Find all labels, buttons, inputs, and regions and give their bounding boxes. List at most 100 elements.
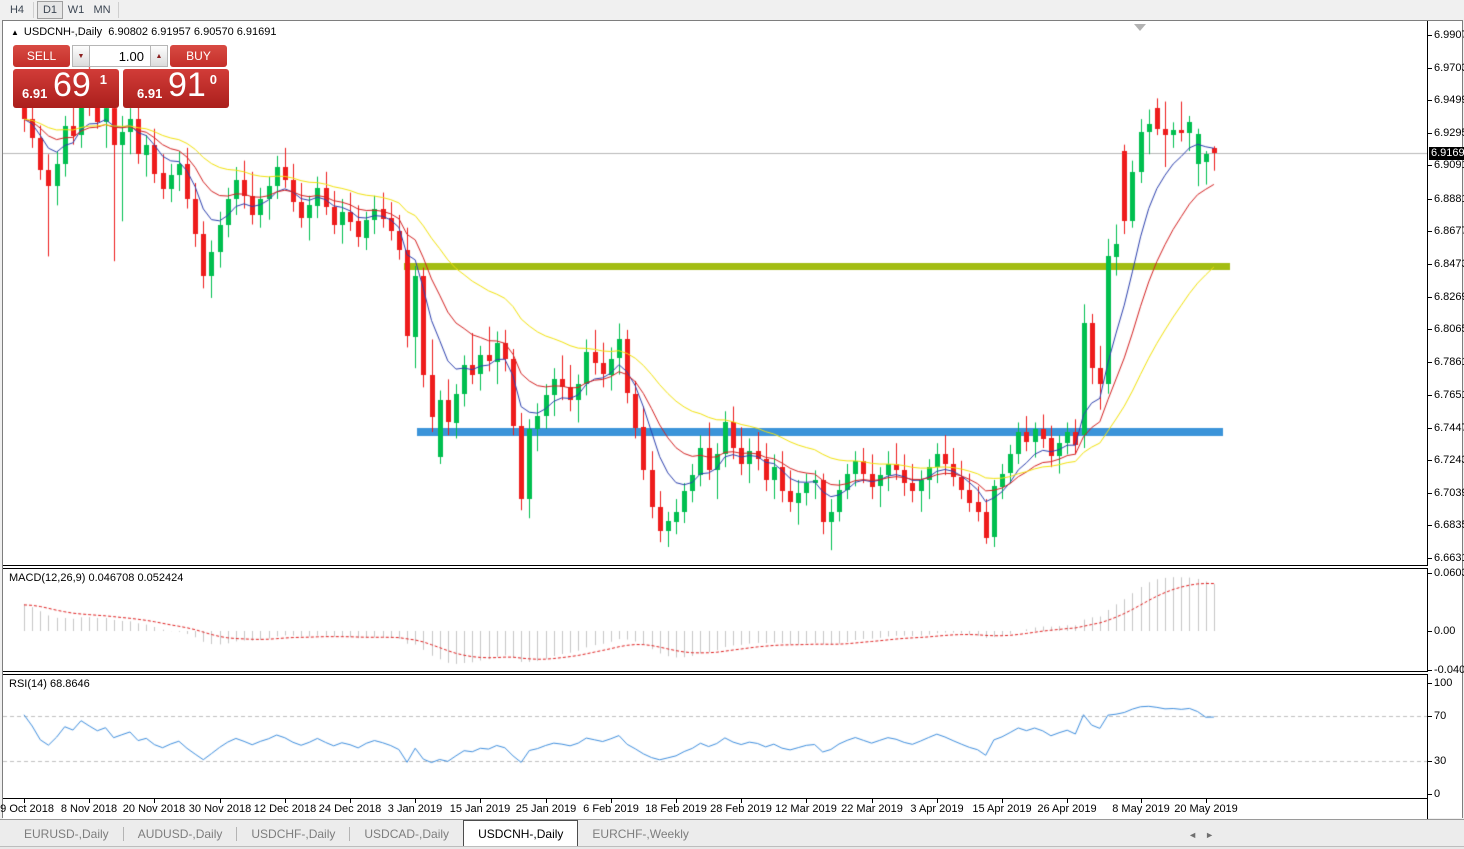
rsi-axis-label: 70 — [1434, 710, 1447, 722]
volume-input[interactable] — [90, 45, 150, 67]
buy-price-box[interactable]: 6.91 91 0 — [123, 66, 229, 108]
tab-usdchf-daily[interactable]: USDCHF-,Daily — [237, 822, 349, 846]
date-axis-label: 20 Nov 2018 — [122, 803, 186, 815]
rsi-axis-label: 100 — [1434, 677, 1453, 689]
one-click-trade-panel: SELL ▼ ▲ BUY 6.91 69 1 6.91 91 0 — [13, 45, 229, 108]
rsi-axis-label-tick — [1428, 794, 1432, 795]
tab-usdcad-daily[interactable]: USDCAD-,Daily — [350, 822, 463, 846]
buy-price-big: 91 — [168, 66, 206, 104]
buy-price-small: 6.91 — [137, 86, 163, 101]
sell-button[interactable]: SELL — [13, 45, 70, 67]
rsi-axis-label-tick — [1428, 683, 1432, 684]
price-axis-label-tick — [1428, 395, 1432, 396]
date-axis-label: 22 Mar 2019 — [841, 803, 903, 815]
toolbar-divider — [118, 2, 119, 18]
tf-button-h4[interactable]: H4 — [4, 1, 30, 19]
tf-button-mn[interactable]: MN — [89, 1, 115, 19]
date-axis-label: 26 Apr 2019 — [1037, 803, 1097, 815]
date-axis-label: 15 Apr 2019 — [972, 803, 1032, 815]
macd-axis-label: -0.040415 — [1434, 664, 1464, 676]
date-axis-label: 3 Apr 2019 — [910, 803, 964, 815]
rsi-name: RSI(14) — [9, 678, 47, 690]
price-axis-label-tick — [1428, 68, 1432, 69]
price-axis-label: 6.90910 — [1434, 159, 1464, 171]
price-axis-label-tick — [1428, 231, 1432, 232]
tf-button-w1[interactable]: W1 — [63, 1, 89, 19]
price-axis-label-tick — [1428, 329, 1432, 330]
price-axis-label-tick — [1428, 493, 1432, 494]
date-axis-label: 28 Feb 2019 — [710, 803, 772, 815]
macd-axis-label-tick — [1428, 573, 1432, 574]
tab-scroll-left-icon[interactable]: ◄ — [1188, 830, 1205, 840]
rsi-axis-label: 0 — [1434, 788, 1441, 800]
price-axis-label: 6.97030 — [1434, 62, 1464, 74]
price-axis-label-tick — [1428, 165, 1432, 166]
macd-panel: MACD(12,26,9) 0.046708 0.052424 — [3, 568, 1428, 672]
sell-price-box[interactable]: 6.91 69 1 — [13, 66, 119, 108]
tab-audusd-daily[interactable]: AUDUSD-,Daily — [124, 822, 237, 846]
price-axis-label: 6.78610 — [1434, 356, 1464, 368]
price-axis-label: 6.74470 — [1434, 422, 1464, 434]
chart-shift-marker-icon — [1134, 24, 1146, 31]
price-axis-label: 6.72430 — [1434, 454, 1464, 466]
date-axis-label: 20 May 2019 — [1174, 803, 1238, 815]
tab-eurusd-daily[interactable]: EURUSD-,Daily — [10, 822, 123, 846]
price-axis-label: 6.94990 — [1434, 94, 1464, 106]
date-axis-label: 12 Mar 2019 — [775, 803, 837, 815]
rsi-canvas[interactable] — [3, 675, 1427, 798]
tab-usdcnh-daily[interactable]: USDCNH-,Daily — [463, 820, 579, 846]
price-axis-label: 6.92950 — [1434, 127, 1464, 139]
price-axis-label: 6.86770 — [1434, 225, 1464, 237]
tab-eurchf-weekly[interactable]: EURCHF-,Weekly — [578, 822, 702, 846]
date-axis-label: 18 Feb 2019 — [645, 803, 707, 815]
date-axis-label: 8 Nov 2018 — [60, 803, 118, 815]
volume-stepper-up[interactable]: ▲ — [150, 45, 168, 67]
sell-price-sup: 1 — [99, 72, 107, 87]
macd-axis-label-tick — [1428, 670, 1432, 671]
price-axis-label: 6.70390 — [1434, 487, 1464, 499]
tf-button-d1[interactable]: D1 — [37, 1, 63, 19]
price-axis-label: 6.68350 — [1434, 519, 1464, 531]
sell-price-small: 6.91 — [22, 86, 48, 101]
tab-scroll-icons[interactable]: ◄► — [1188, 830, 1222, 840]
tab-scroll-right-icon[interactable]: ► — [1205, 830, 1222, 840]
price-axis-label-tick — [1428, 428, 1432, 429]
chevron-down-icon: ▼ — [77, 52, 85, 60]
price-axis-label: 6.82690 — [1434, 291, 1464, 303]
macd-axis-label: 0.00 — [1434, 625, 1456, 637]
price-axis-label: 6.84730 — [1434, 258, 1464, 270]
rsi-axis-label-tick — [1428, 716, 1432, 717]
date-axis-label: 25 Jan 2019 — [515, 803, 577, 815]
toolbar-divider — [33, 2, 34, 18]
date-axis: 29 Oct 2018 8 Nov 2018 20 Nov 2018 30 Nov 2… — [0, 799, 1428, 819]
chart-collapse-icon[interactable]: ▲ — [11, 28, 19, 37]
buy-button[interactable]: BUY — [170, 45, 227, 67]
rsi-panel: RSI(14) 68.8646 — [3, 674, 1428, 799]
price-axis-label-tick — [1428, 264, 1432, 265]
date-axis-label: 12 Dec 2018 — [253, 803, 317, 815]
chart-symbol-label: USDCNH-,Daily — [23, 26, 103, 38]
price-axis-label-tick — [1428, 133, 1432, 134]
macd-value-main: 0.046708 — [88, 572, 135, 584]
price-axis-label: 6.88810 — [1434, 193, 1464, 205]
price-axis-label: 6.66310 — [1434, 552, 1464, 564]
date-axis-label: 8 May 2019 — [1112, 803, 1170, 815]
rsi-axis-label-tick — [1428, 761, 1432, 762]
macd-label: MACD(12,26,9) 0.046708 0.052424 — [9, 572, 183, 584]
current-price-label: 6.91691 — [1429, 147, 1464, 160]
price-axis-label-tick — [1428, 35, 1432, 36]
price-axis-label-tick — [1428, 558, 1432, 559]
macd-canvas[interactable] — [3, 569, 1427, 671]
price-axis-label-tick — [1428, 297, 1432, 298]
volume-stepper-down[interactable]: ▼ — [72, 45, 90, 67]
rsi-axis-label: 30 — [1434, 755, 1447, 767]
price-axis-label-tick — [1428, 525, 1432, 526]
chart-window: ▲ USDCNH-,Daily 6.90802 6.91957 6.90570 6… — [0, 20, 1464, 819]
price-axis-label: 6.76510 — [1434, 389, 1464, 401]
timeframe-toolbar: H4 D1 W1 MN — [0, 0, 1464, 20]
date-axis-label: 3 Jan 2019 — [387, 803, 443, 815]
chart-ohlc-label: 6.90802 6.91957 6.90570 6.91691 — [108, 26, 277, 38]
date-axis-label: 29 Oct 2018 — [0, 803, 54, 815]
macd-axis-label-tick — [1428, 631, 1432, 632]
price-axis-label: 6.80650 — [1434, 323, 1464, 335]
